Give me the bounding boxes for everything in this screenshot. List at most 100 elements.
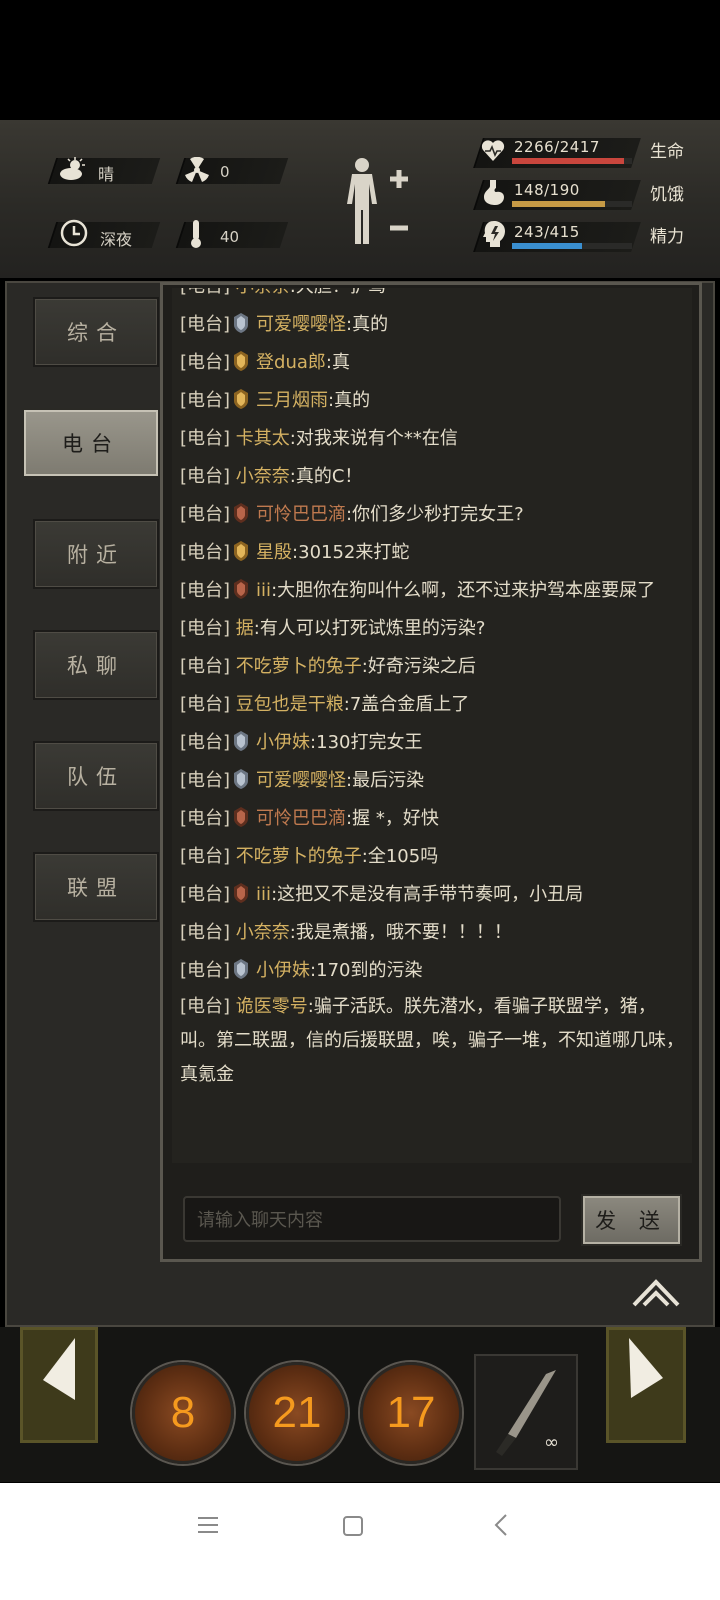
send-button[interactable]: 发 送 (581, 1194, 682, 1246)
sender-name[interactable]: 星殷 (256, 542, 292, 563)
hunger-bar-fill (512, 201, 606, 207)
right-arrow-button[interactable] (606, 1327, 686, 1443)
chat-message: [电台] 可爱嘤嘤怪:最后污染 (172, 762, 692, 800)
sender-name[interactable]: 诡医零号 (236, 996, 308, 1017)
chat-input[interactable]: 请输入聊天内容 (183, 1196, 561, 1242)
chat-message: [电台] 不吃萝卜的兔子:好奇污染之后 (172, 648, 692, 686)
chat-message: [电台] 据:有人可以打死试炼里的污染? (172, 610, 692, 648)
channel-tag: [电台] (180, 656, 231, 677)
chat-message: [电台] 小伊妹:130打完女王 (172, 724, 692, 762)
sender-name[interactable]: 可爱嘤嘤怪 (256, 770, 346, 791)
sender-name[interactable]: 可怜巴巴滴 (256, 808, 346, 829)
message-text: :大胆！护驾 (290, 288, 386, 297)
message-text: :真的C！ (289, 466, 363, 487)
sender-name[interactable]: iii (256, 884, 271, 905)
channel-tag: [电台] (180, 504, 231, 525)
message-text: :30152来打蛇 (292, 542, 410, 563)
radiation-icon (185, 157, 209, 182)
chat-message: [电台] 诡医零号:骗子活跃。朕先潜水，看骗子联盟学，猪，叫。第二联盟，信的后援… (172, 990, 692, 1092)
sender-name[interactable]: 登dua郎 (256, 352, 326, 373)
chat-message: [电台] 小奈奈:大胆！护驾 (172, 288, 692, 306)
energy-bar (512, 243, 632, 249)
collapse-up-icon[interactable] (632, 1278, 680, 1308)
skill-slot-1[interactable]: 8 (132, 1362, 234, 1464)
tab-alliance[interactable]: 联盟 (33, 852, 159, 922)
tab-general[interactable]: 综合 (33, 297, 159, 367)
sender-name[interactable]: 可爱嘤嘤怪 (256, 314, 346, 335)
silver-rank-badge-icon (234, 731, 249, 751)
weapon-slot[interactable]: ∞ (474, 1354, 578, 1470)
health-label: 生命 (650, 142, 684, 162)
channel-tag: [电台] (180, 996, 231, 1017)
home-icon[interactable] (342, 1515, 364, 1537)
sender-name[interactable]: 小伊妹 (256, 960, 310, 981)
channel-tag: [电台] (180, 732, 231, 753)
energy-bar-fill (512, 243, 583, 249)
message-text: :你们多少秒打完女王? (346, 504, 524, 525)
health-bar-fill (512, 158, 625, 164)
chat-message: [电台] iii:这把又不是没有高手带节奏呵，小丑局 (172, 876, 692, 914)
sender-name[interactable]: iii (256, 580, 271, 601)
back-icon[interactable] (492, 1513, 510, 1537)
sender-name[interactable]: 豆包也是干粮 (236, 694, 344, 715)
bronze-rank-badge-icon (234, 807, 249, 827)
chat-message: [电台] 卡其太:对我来说有个**在信 (172, 420, 692, 458)
chat-message: [电台] 小奈奈:我是煮播，哦不要！！！！ (172, 914, 692, 952)
sender-name[interactable]: 卡其太 (236, 428, 290, 449)
channel-tag: [电台] (180, 428, 231, 449)
sender-name[interactable]: 据 (236, 618, 254, 639)
tab-radio[interactable]: 电台 (22, 408, 160, 478)
sender-name[interactable]: 可怜巴巴滴 (256, 504, 346, 525)
channel-tag: [电台] (180, 580, 231, 601)
skill-slot-2[interactable]: 21 (246, 1362, 348, 1464)
sender-name[interactable]: 不吃萝卜的兔子 (236, 846, 362, 867)
chat-message: [电台] 不吃萝卜的兔子:全105吗 (172, 838, 692, 876)
temperature-value: 40 (220, 228, 240, 246)
sender-name[interactable]: 不吃萝卜的兔子 (236, 656, 362, 677)
body-status-icon[interactable] (342, 156, 412, 252)
weather-label: 晴 (98, 165, 115, 184)
channel-tag: [电台] (180, 808, 231, 829)
channel-tag: [电台] (180, 542, 231, 563)
channel-tag: [电台] (180, 694, 231, 715)
message-text: :全105吗 (361, 846, 439, 867)
chat-message: [电台] iii:大胆你在狗叫什么啊，还不过来护驾本座要屎了 (172, 572, 692, 610)
message-text: :对我来说有个**在信 (289, 428, 458, 449)
message-text: :大胆你在狗叫什么啊，还不过来护驾本座要屎了 (271, 580, 656, 601)
tab-private[interactable]: 私聊 (33, 630, 159, 700)
channel-tag: [电台] (180, 960, 231, 981)
channel-tag: [电台] (180, 288, 230, 297)
skill-slot-3[interactable]: 17 (360, 1362, 462, 1464)
message-text: :130打完女王 (310, 732, 423, 753)
message-text: :7盖合金盾上了 (343, 694, 470, 715)
silver-rank-badge-icon (234, 769, 249, 789)
hunger-label: 饥饿 (650, 185, 684, 205)
cloud-sun-icon (60, 157, 85, 180)
silver-rank-badge-icon (234, 313, 249, 333)
sender-name[interactable]: 小奈奈 (236, 466, 290, 487)
sender-name[interactable]: 小奈奈 (236, 288, 290, 297)
channel-tag: [电台] (180, 884, 231, 905)
channel-tag: [电台] (180, 466, 231, 487)
tab-team[interactable]: 队伍 (33, 741, 159, 811)
stomach-icon (484, 180, 504, 205)
channel-tag: [电台] (180, 390, 231, 411)
sender-name[interactable]: 三月烟雨 (256, 390, 328, 411)
menu-icon[interactable] (196, 1515, 220, 1535)
channel-tag: [电台] (180, 314, 231, 335)
chat-message: [电台] 登dua郎:真 (172, 344, 692, 382)
tab-nearby[interactable]: 附近 (33, 519, 159, 589)
arrow-left-icon (43, 1338, 75, 1400)
time-of-day-label: 深夜 (100, 230, 133, 249)
chat-message: [电台] 小奈奈:真的C！ (172, 458, 692, 496)
bronze-rank-badge-icon (234, 503, 249, 523)
message-text: :我是煮播，哦不要！！！！ (289, 922, 512, 943)
health-value: 2266/2417 (514, 138, 600, 156)
thermometer-icon (191, 220, 201, 248)
message-list[interactable]: [电台] 小奈奈:大胆！护驾[电台]可爱嘤嘤怪:真的[电台]登dua郎:真[电台… (172, 288, 692, 1163)
sender-name[interactable]: 小伊妹 (256, 732, 310, 753)
health-bar (512, 158, 632, 164)
left-arrow-button[interactable] (20, 1327, 98, 1443)
status-bar-area (0, 0, 720, 120)
sender-name[interactable]: 小奈奈 (236, 922, 290, 943)
